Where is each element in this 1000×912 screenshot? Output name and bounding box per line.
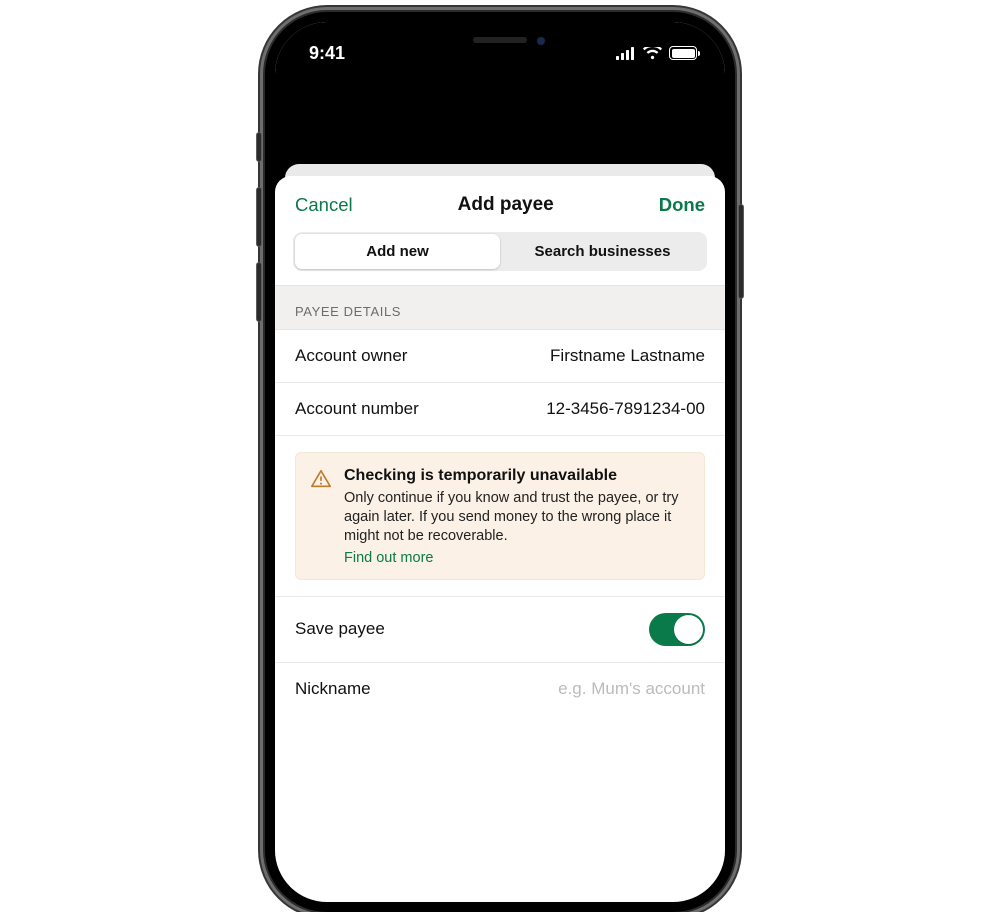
alert-title: Checking is temporarily unavailable [344,467,690,485]
save-payee-toggle[interactable] [649,613,705,646]
add-payee-modal: Cancel Add payee Done Add new Search bus… [275,176,725,902]
side-button-volume-down [256,262,262,322]
app-background: Cancel Add payee Done Add new Search bus… [275,76,725,902]
battery-icon [669,46,697,60]
segmented-control: Add new Search businesses [293,232,707,271]
side-button-silent [256,132,262,162]
cancel-button[interactable]: Cancel [295,194,353,216]
account-owner-value: Firstname Lastname [550,346,705,366]
speaker-grille [473,37,527,43]
phone-notch [380,22,620,58]
front-camera [536,36,546,46]
save-payee-label: Save payee [295,619,385,639]
warning-alert: Checking is temporarily unavailable Only… [295,452,705,580]
done-button[interactable]: Done [659,194,705,216]
section-header-payee-details: PAYEE DETAILS [275,285,725,330]
modal-header: Cancel Add payee Done [275,176,725,232]
account-number-value: 12-3456-7891234-00 [546,399,705,419]
side-button-power [738,204,744,299]
nickname-label: Nickname [295,679,371,699]
alert-body: Checking is temporarily unavailable Only… [344,467,690,567]
account-owner-row[interactable]: Account owner Firstname Lastname [275,330,725,383]
side-button-volume-up [256,187,262,247]
wifi-icon [643,47,662,60]
tab-add-new[interactable]: Add new [295,234,500,269]
segmented-control-container: Add new Search businesses [275,232,725,281]
modal-title: Add payee [458,194,554,216]
toggle-knob [674,615,703,644]
cellular-signal-icon [616,47,636,60]
nickname-placeholder: e.g. Mum's account [558,679,705,699]
alert-text: Only continue if you know and trust the … [344,489,690,546]
warning-triangle-icon [310,468,332,567]
tab-search-businesses[interactable]: Search businesses [500,234,705,269]
save-payee-row: Save payee [275,596,725,663]
account-number-row[interactable]: Account number 12-3456-7891234-00 [275,383,725,436]
phone-screen: 9:41 Cancel Add payee Done [275,22,725,902]
account-number-label: Account number [295,399,419,419]
account-owner-label: Account owner [295,346,407,366]
status-indicators [616,46,697,60]
nickname-row[interactable]: Nickname e.g. Mum's account [275,663,725,715]
find-out-more-link[interactable]: Find out more [344,550,433,566]
phone-frame: 9:41 Cancel Add payee Done [265,12,735,912]
status-time: 9:41 [309,43,345,64]
